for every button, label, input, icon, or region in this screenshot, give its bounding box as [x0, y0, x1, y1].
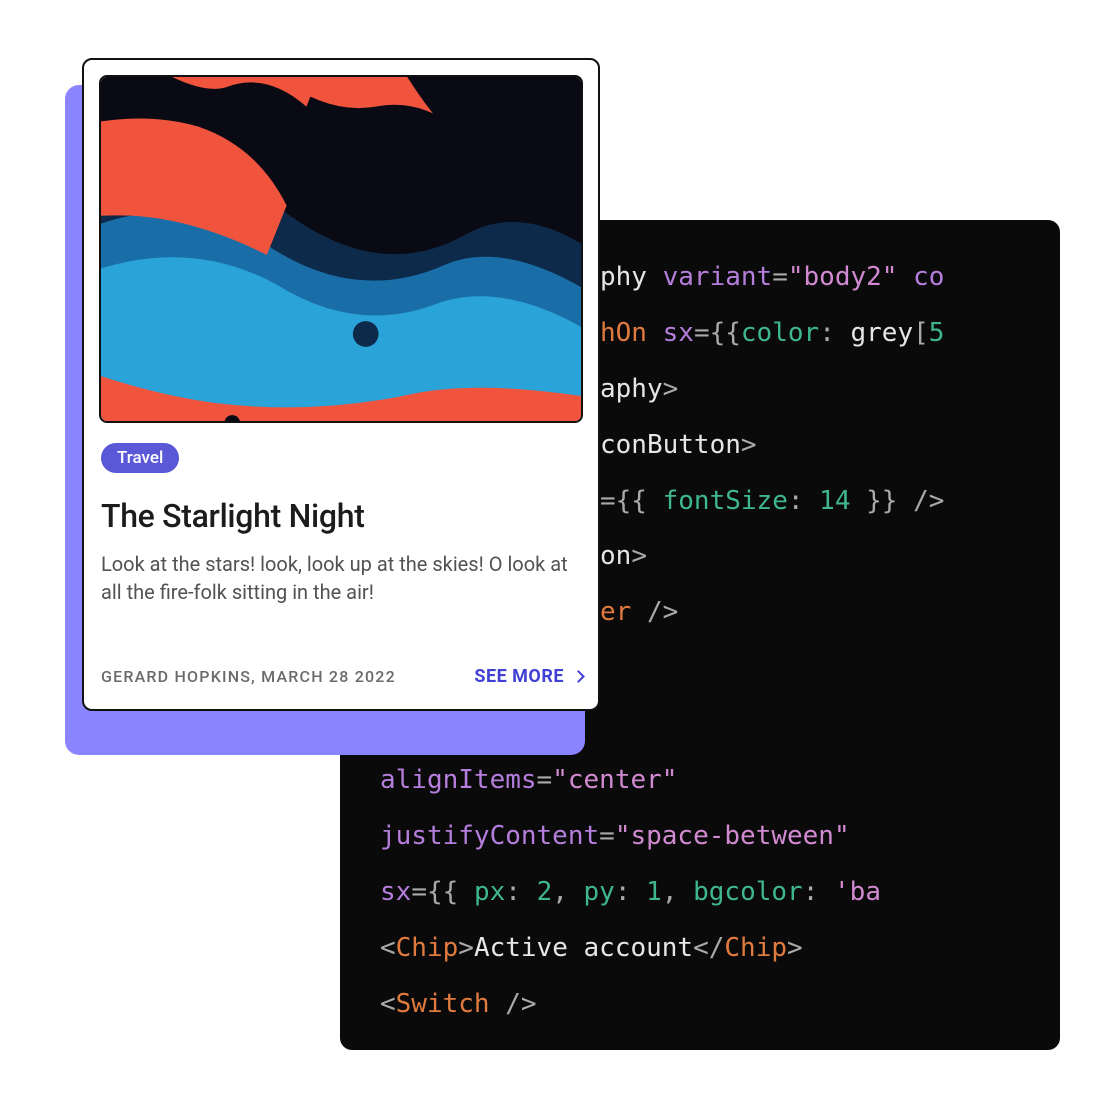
code-line: <Chip>Active account</Chip> — [380, 921, 1040, 977]
code-line: justifyContent="space-between" — [380, 809, 1040, 865]
card-meta: GERARD HOPKINS, MARCH 28 2022 — [101, 667, 396, 686]
card-author: GERARD HOPKINS, — [101, 667, 261, 686]
see-more-link[interactable]: SEE MORE — [474, 666, 583, 687]
card-description: Look at the stars! look, look up at the … — [101, 551, 571, 606]
see-more-label: SEE MORE — [474, 666, 564, 687]
card-footer: GERARD HOPKINS, MARCH 28 2022 SEE MORE — [99, 666, 583, 687]
blog-card: Travel The Starlight Night Look at the s… — [82, 58, 600, 711]
card-hero-image — [99, 75, 583, 423]
category-chip[interactable]: Travel — [101, 443, 179, 473]
card-title: The Starlight Night — [101, 497, 583, 535]
code-line: alignItems="center" — [380, 753, 1040, 809]
code-line: sx={{ px: 2, py: 1, bgcolor: 'ba — [380, 865, 1040, 921]
chevron-right-icon — [572, 670, 585, 683]
code-line: <Switch /> — [380, 977, 1040, 1033]
card-date: MARCH 28 2022 — [261, 667, 396, 686]
